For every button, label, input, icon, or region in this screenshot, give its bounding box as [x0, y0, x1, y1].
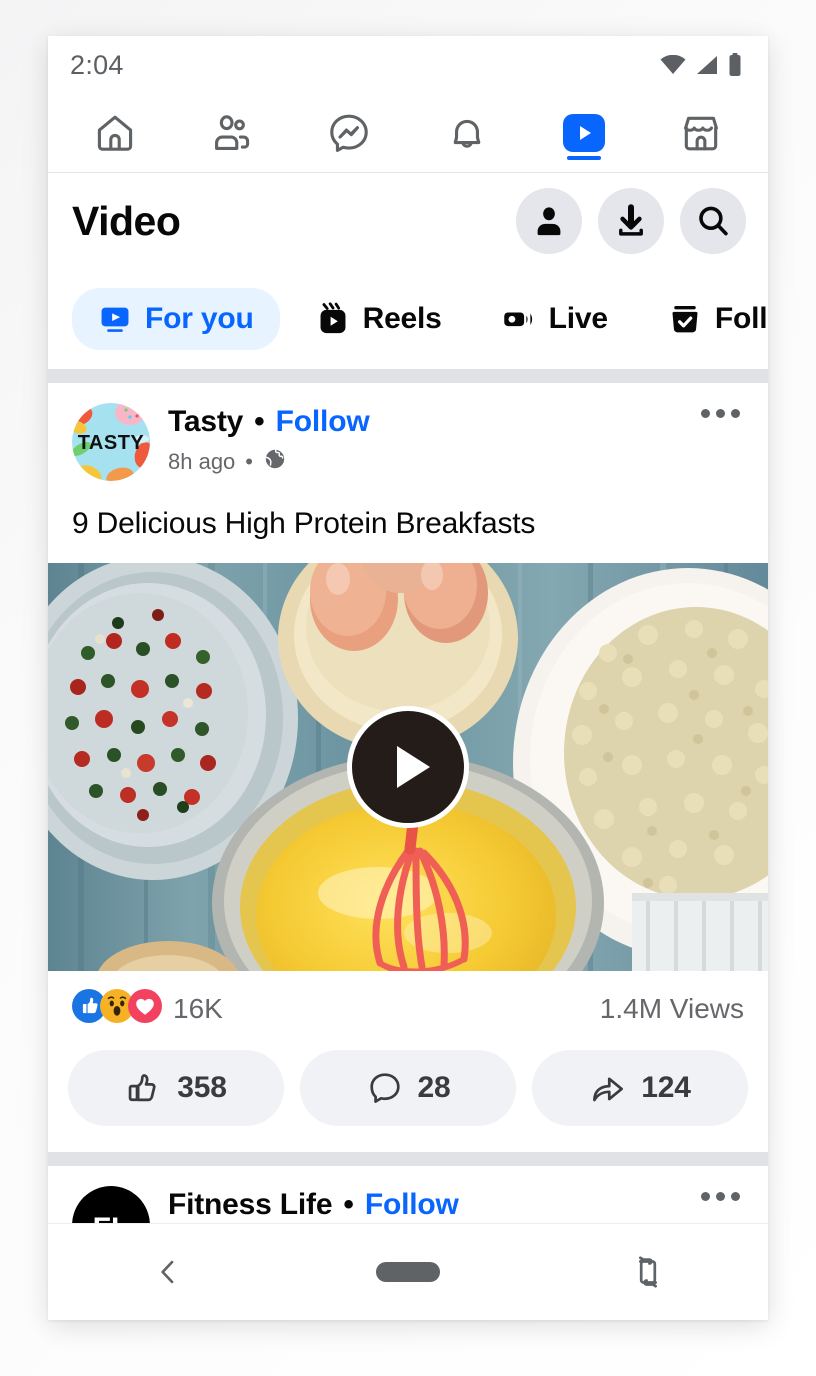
- video-category-tabs[interactable]: For you Reels Live Foll: [48, 269, 768, 369]
- globe-public-icon: [263, 447, 287, 476]
- tab-for-you[interactable]: For you: [72, 288, 280, 350]
- video-player-icon: [98, 302, 132, 336]
- cellular-signal-icon: [695, 55, 719, 75]
- post-options-button-2[interactable]: [701, 1186, 744, 1201]
- thumbs-up-icon: [125, 1069, 163, 1107]
- post-card-fitness-life: FL Fitness Life • Follow: [48, 1166, 768, 1223]
- screen-background: 2:04 Video For you Reels Live Foll TASTY…: [0, 0, 816, 1376]
- share-button[interactable]: 124: [532, 1050, 748, 1126]
- post-author-name-2[interactable]: Fitness Life: [168, 1188, 333, 1222]
- following-check-bag-icon: [668, 302, 702, 336]
- phone-frame: 2:04 Video For you Reels Live Foll TASTY…: [48, 36, 768, 1320]
- video-feed: TASTY Tasty • Follow 8h ago • 9 Deliciou…: [48, 369, 768, 1223]
- reaction-count: 16K: [173, 992, 223, 1024]
- nav-item-video[interactable]: [553, 105, 615, 161]
- video-icon: [562, 114, 605, 152]
- tab-live[interactable]: Live: [478, 288, 632, 350]
- messenger-icon: [327, 111, 371, 155]
- separator-dot: •: [254, 405, 265, 438]
- live-camera-icon: [502, 302, 536, 336]
- nav-item-messenger[interactable]: [318, 105, 380, 161]
- tab-following-label: Following: [714, 302, 768, 335]
- nav-item-notifications[interactable]: [436, 105, 498, 161]
- battery-icon: [728, 53, 742, 77]
- nav-item-marketplace[interactable]: [670, 105, 732, 161]
- share-arrow-icon: [589, 1069, 627, 1107]
- system-rotate-button[interactable]: [588, 1255, 708, 1289]
- reels-icon: [316, 302, 350, 336]
- like-button[interactable]: 358: [68, 1050, 284, 1126]
- download-button[interactable]: [598, 188, 664, 254]
- post-actions-row: 358 28 124: [48, 1042, 768, 1152]
- svg-text:FL: FL: [93, 1212, 130, 1223]
- system-navigation-bar[interactable]: [48, 1223, 768, 1320]
- profile-icon: [531, 203, 567, 239]
- search-icon: [695, 203, 731, 239]
- status-bar-icons: [660, 53, 742, 77]
- back-chevron-icon: [152, 1256, 184, 1288]
- home-icon: [93, 111, 137, 155]
- post-subline: 8h ago •: [168, 447, 701, 476]
- rotate-screen-icon: [631, 1255, 665, 1289]
- post-header: TASTY Tasty • Follow 8h ago •: [48, 383, 768, 481]
- tasty-avatar[interactable]: TASTY: [72, 403, 150, 481]
- reaction-icons: [72, 989, 162, 1028]
- post-options-button[interactable]: [701, 403, 744, 418]
- page-title: Video: [72, 197, 181, 244]
- tab-reels[interactable]: Reels: [292, 288, 466, 350]
- post-author-name[interactable]: Tasty: [168, 405, 243, 439]
- play-button-icon[interactable]: [347, 706, 469, 828]
- tab-for-you-label: For you: [145, 302, 254, 335]
- header-actions: [516, 188, 746, 254]
- app-tab-bar[interactable]: [48, 94, 768, 173]
- video-thumbnail[interactable]: [48, 563, 768, 971]
- view-count: 1.4M Views: [599, 992, 744, 1024]
- more-options-icon: [701, 409, 710, 418]
- post-header-2: FL Fitness Life • Follow: [48, 1166, 768, 1223]
- wifi-icon: [660, 55, 686, 75]
- love-reaction-icon: [128, 989, 162, 1028]
- post-author-line: Tasty • Follow: [168, 405, 701, 439]
- more-options-icon: [701, 1192, 710, 1201]
- home-pill-indicator: [376, 1262, 440, 1282]
- notifications-bell-icon: [445, 111, 489, 155]
- follow-button-2[interactable]: Follow: [365, 1188, 459, 1222]
- system-home-button[interactable]: [348, 1262, 468, 1282]
- comment-count: 28: [417, 1071, 451, 1104]
- active-tab-indicator: [566, 156, 601, 160]
- share-count: 124: [641, 1071, 691, 1104]
- tab-reels-label: Reels: [362, 302, 442, 335]
- post-meta-2: Fitness Life • Follow: [150, 1186, 701, 1222]
- svg-text:TASTY: TASTY: [78, 432, 145, 454]
- tab-following[interactable]: Following: [644, 288, 768, 350]
- friends-icon: [210, 111, 254, 155]
- post-card-tasty: TASTY Tasty • Follow 8h ago • 9 Deliciou…: [48, 383, 768, 1152]
- fitness-life-avatar[interactable]: FL: [72, 1186, 150, 1223]
- system-back-button[interactable]: [108, 1256, 228, 1288]
- comment-button[interactable]: 28: [300, 1050, 516, 1126]
- status-bar: 2:04: [48, 36, 768, 94]
- nav-item-friends[interactable]: [201, 105, 263, 161]
- post-engagement-row: 16K 1.4M Views: [48, 971, 768, 1042]
- reactions-summary[interactable]: 16K: [72, 989, 223, 1028]
- comment-bubble-icon: [366, 1069, 404, 1107]
- profile-button[interactable]: [516, 188, 582, 254]
- subline-separator-dot: •: [245, 448, 253, 474]
- feed-divider: [48, 369, 768, 383]
- video-page-header: Video: [48, 173, 768, 269]
- tab-live-label: Live: [548, 302, 608, 335]
- marketplace-icon: [679, 111, 723, 155]
- feed-divider-2: [48, 1152, 768, 1166]
- post-author-line-2: Fitness Life • Follow: [168, 1188, 701, 1222]
- follow-button[interactable]: Follow: [276, 405, 370, 439]
- status-bar-clock: 2:04: [70, 49, 124, 80]
- search-button[interactable]: [680, 188, 746, 254]
- nav-item-home[interactable]: [84, 105, 146, 161]
- post-timestamp: 8h ago: [168, 448, 236, 474]
- separator-dot-2: •: [343, 1188, 354, 1221]
- post-meta: Tasty • Follow 8h ago •: [150, 403, 701, 476]
- like-count: 358: [177, 1071, 227, 1104]
- post-title: 9 Delicious High Protein Breakfasts: [72, 507, 536, 540]
- download-icon: [613, 203, 649, 239]
